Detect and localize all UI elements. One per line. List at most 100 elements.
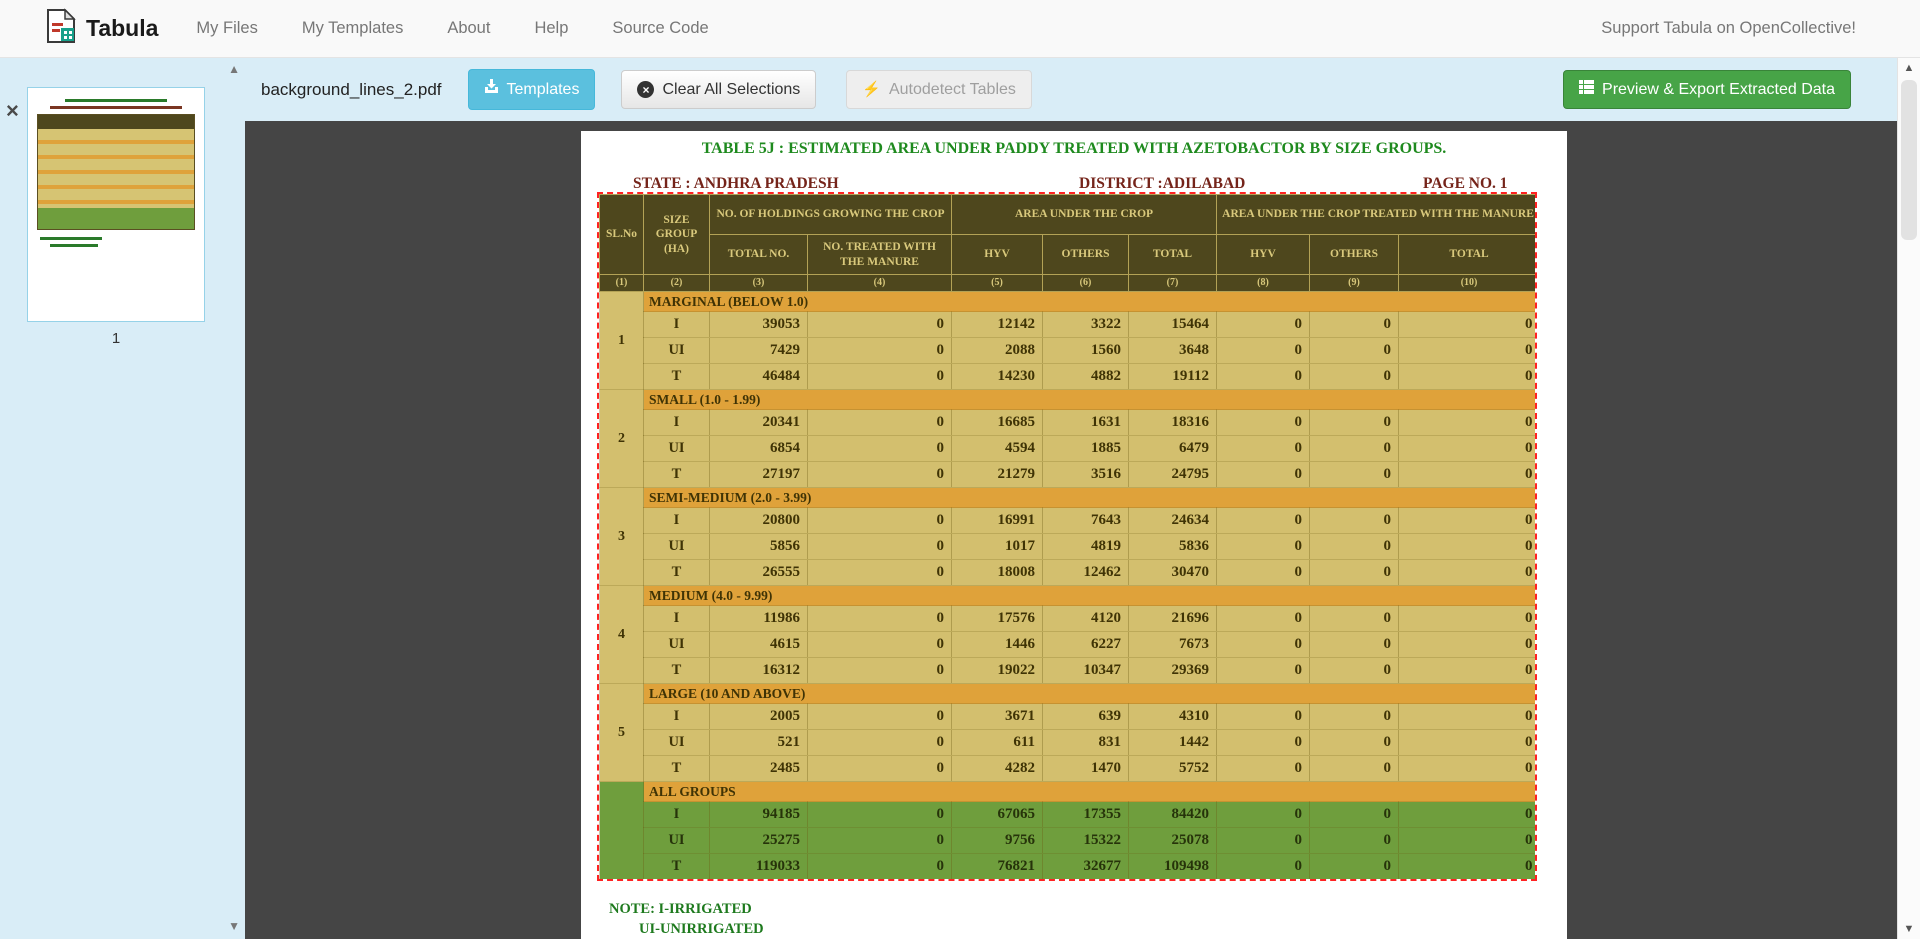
value-cell: 0 [1399, 508, 1537, 534]
value-cell: 26555 [710, 560, 808, 586]
app-body: × ▲ ▼ 1 background_lines_2.pdf [0, 58, 1920, 939]
irrigation-label-cell: T [644, 462, 710, 488]
value-cell: 0 [1310, 364, 1399, 390]
nav-item-about[interactable]: About [447, 19, 490, 38]
value-cell: 0 [808, 410, 952, 436]
value-cell: 46484 [710, 364, 808, 390]
col-header-size-group: SIZE GROUP (HA) [644, 195, 710, 275]
sidebar-scroll-down-icon[interactable]: ▼ [228, 919, 240, 933]
remove-page-icon[interactable]: × [6, 100, 19, 122]
document-title: TABLE 5J : ESTIMATED AREA UNDER PADDY TR… [581, 140, 1567, 158]
col-number-cell: (4) [808, 275, 952, 292]
value-cell: 0 [1310, 658, 1399, 684]
autodetect-tables-button[interactable]: ⚡ Autodetect Tables [846, 70, 1032, 109]
value-cell: 3648 [1129, 338, 1217, 364]
group-number-cell [600, 782, 644, 880]
value-cell: 1885 [1043, 436, 1129, 462]
pdf-page[interactable]: TABLE 5J : ESTIMATED AREA UNDER PADDY TR… [581, 131, 1567, 939]
value-cell: 0 [1310, 756, 1399, 782]
value-cell: 0 [1310, 730, 1399, 756]
value-cell: 0 [1310, 338, 1399, 364]
sub-header-cell: TOTAL [1129, 235, 1217, 275]
support-link[interactable]: Support Tabula on OpenCollective! [1601, 19, 1856, 38]
irrigation-label-cell: UI [644, 730, 710, 756]
clear-all-selections-button[interactable]: × Clear All Selections [621, 70, 816, 109]
value-cell: 0 [808, 508, 952, 534]
value-cell: 0 [808, 730, 952, 756]
irrigation-label-cell: T [644, 560, 710, 586]
value-cell: 831 [1043, 730, 1129, 756]
brand[interactable]: Tabula [46, 8, 158, 49]
value-cell: 0 [1217, 338, 1310, 364]
value-cell: 0 [1310, 534, 1399, 560]
nav-item-source-code[interactable]: Source Code [612, 19, 708, 38]
note-line-2: UI-UNIRRIGATED [639, 920, 764, 939]
value-cell: 2485 [710, 756, 808, 782]
value-cell: 27197 [710, 462, 808, 488]
scroll-down-icon[interactable]: ▼ [1898, 923, 1920, 935]
group-title-cell: ALL GROUPS [644, 782, 1538, 802]
value-cell: 0 [1217, 828, 1310, 854]
nav-item-my-files[interactable]: My Files [196, 19, 257, 38]
sidebar-scroll-up-icon[interactable]: ▲ [228, 62, 240, 76]
irrigation-label-cell: I [644, 802, 710, 828]
value-cell: 0 [1310, 704, 1399, 730]
irrigation-label-cell: UI [644, 338, 710, 364]
nav-item-help[interactable]: Help [534, 19, 568, 38]
value-cell: 9756 [952, 828, 1043, 854]
value-cell: 0 [1399, 410, 1537, 436]
sub-header-cell: TOTAL [1399, 235, 1537, 275]
top-navbar: Tabula My Files My Templates About Help … [0, 0, 1920, 58]
table-grid-icon [1579, 80, 1594, 99]
col-number-cell: (6) [1043, 275, 1129, 292]
thumbnail-page-number: 1 [27, 330, 205, 347]
value-cell: 0 [1310, 410, 1399, 436]
nav-item-my-templates[interactable]: My Templates [302, 19, 403, 38]
table-selection-box[interactable]: × SL.No SIZE GROUP (HA) NO. OF HOLDINGS … [597, 192, 1537, 881]
value-cell: 0 [1310, 632, 1399, 658]
extracted-table: SL.No SIZE GROUP (HA) NO. OF HOLDINGS GR… [599, 194, 1537, 880]
value-cell: 0 [1217, 802, 1310, 828]
value-cell: 0 [1310, 508, 1399, 534]
thumb-note-line [40, 237, 102, 240]
vertical-scrollbar[interactable]: ▲ ▼ [1897, 58, 1920, 939]
value-cell: 4594 [952, 436, 1043, 462]
value-cell: 3671 [952, 704, 1043, 730]
value-cell: 0 [1399, 802, 1537, 828]
value-cell: 94185 [710, 802, 808, 828]
templates-button[interactable]: Templates [468, 69, 596, 109]
remove-circle-icon: × [637, 81, 654, 98]
col-number-cell: (1) [600, 275, 644, 292]
value-cell: 29369 [1129, 658, 1217, 684]
value-cell: 25078 [1129, 828, 1217, 854]
value-cell: 0 [1217, 658, 1310, 684]
value-cell: 0 [1399, 364, 1537, 390]
group-number-cell: 4 [600, 586, 644, 684]
scrollbar-thumb[interactable] [1901, 80, 1917, 240]
value-cell: 0 [1399, 828, 1537, 854]
sub-header-cell: OTHERS [1043, 235, 1129, 275]
scroll-up-icon[interactable]: ▲ [1898, 62, 1920, 74]
value-cell: 639 [1043, 704, 1129, 730]
value-cell: 0 [1217, 704, 1310, 730]
value-cell: 0 [808, 802, 952, 828]
value-cell: 0 [1399, 338, 1537, 364]
page-thumbnail[interactable] [27, 87, 205, 322]
value-cell: 0 [1217, 606, 1310, 632]
value-cell: 1017 [952, 534, 1043, 560]
value-cell: 0 [1217, 632, 1310, 658]
value-cell: 0 [808, 606, 952, 632]
value-cell: 7643 [1043, 508, 1129, 534]
preview-export-button[interactable]: Preview & Export Extracted Data [1563, 70, 1851, 109]
value-cell: 611 [952, 730, 1043, 756]
value-cell: 4615 [710, 632, 808, 658]
document-filename: background_lines_2.pdf [261, 80, 442, 100]
value-cell: 0 [1310, 462, 1399, 488]
value-cell: 0 [1310, 436, 1399, 462]
thumb-table-header [38, 115, 194, 129]
value-cell: 19112 [1129, 364, 1217, 390]
value-cell: 15464 [1129, 312, 1217, 338]
group-title-cell: MEDIUM (4.0 - 9.99) [644, 586, 1538, 606]
col-header-slno: SL.No [600, 195, 644, 275]
value-cell: 14230 [952, 364, 1043, 390]
